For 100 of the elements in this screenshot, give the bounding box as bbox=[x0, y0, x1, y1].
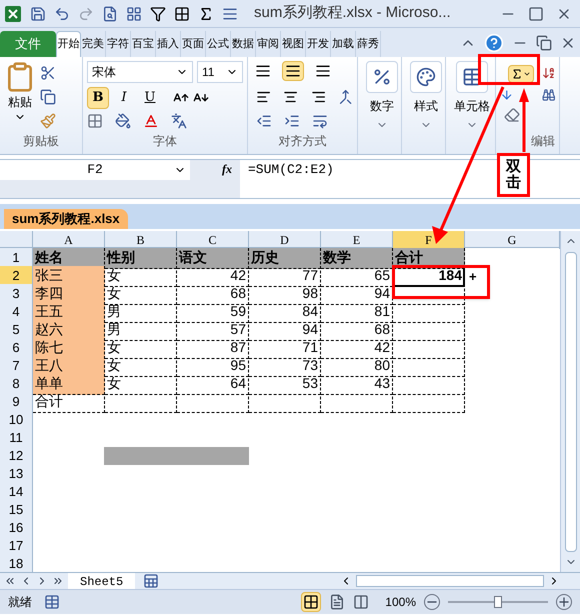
table-cell: 单单 bbox=[33, 374, 105, 394]
align-center-icon[interactable] bbox=[283, 89, 298, 105]
undo-icon[interactable] bbox=[54, 6, 70, 22]
insert-function-button[interactable]: fx bbox=[190, 160, 240, 180]
table-cell: 57 bbox=[177, 320, 249, 340]
sheet-tab[interactable]: Sheet5 bbox=[68, 572, 136, 590]
vertical-scrollbar[interactable] bbox=[560, 231, 580, 572]
sigma-icon bbox=[510, 68, 523, 80]
cells-button[interactable]: 单元格 bbox=[450, 61, 494, 131]
highlight-frame bbox=[478, 54, 540, 85]
table-cell: 64 bbox=[177, 374, 249, 394]
help-icon[interactable] bbox=[484, 32, 504, 52]
zoom-slider[interactable] bbox=[448, 596, 548, 608]
table-cell: 42 bbox=[177, 266, 249, 286]
table-cell: 184 bbox=[393, 266, 465, 286]
underline-button[interactable]: U bbox=[139, 87, 161, 109]
table-cell: 女 bbox=[105, 374, 177, 394]
table-cell: 81 bbox=[321, 302, 393, 322]
table-cell: 87 bbox=[177, 338, 249, 358]
last-sheet-icon[interactable] bbox=[52, 575, 64, 587]
arrow bbox=[519, 88, 529, 152]
grid-icon bbox=[303, 594, 320, 610]
group-label: 剪贴板 bbox=[22, 133, 60, 150]
new-sheet-icon[interactable] bbox=[143, 573, 160, 589]
first-sheet-icon[interactable] bbox=[4, 575, 16, 587]
styles-button[interactable]: 样式 bbox=[406, 61, 446, 131]
print-preview-icon[interactable] bbox=[102, 6, 118, 22]
format-painter-icon[interactable] bbox=[40, 113, 56, 129]
styles-icon bbox=[416, 67, 436, 87]
page-layout-icon[interactable] bbox=[329, 594, 346, 610]
group-label: 字体 bbox=[152, 133, 178, 150]
align-lines-icon bbox=[315, 63, 331, 79]
table-cell: 80 bbox=[321, 356, 393, 376]
eraser-icon[interactable] bbox=[504, 107, 520, 123]
layout-icon[interactable] bbox=[126, 6, 142, 22]
autosum-button[interactable] bbox=[508, 65, 534, 83]
zoom-out-icon[interactable] bbox=[424, 594, 440, 610]
number-icon bbox=[372, 67, 392, 87]
formula-field[interactable]: =SUM(C2:E2) bbox=[240, 160, 342, 180]
align-left-icon[interactable] bbox=[256, 89, 272, 105]
table-cell: 71 bbox=[249, 338, 321, 358]
table-cell: 68 bbox=[321, 320, 393, 340]
page-break-icon[interactable] bbox=[353, 594, 370, 610]
outdent-icon[interactable] bbox=[256, 113, 272, 129]
align-right-icon[interactable] bbox=[310, 89, 326, 105]
font-color-icon[interactable] bbox=[143, 113, 159, 129]
table-cell: 95 bbox=[177, 356, 249, 376]
status-text: 就绪 bbox=[8, 594, 32, 611]
scissors-icon[interactable] bbox=[40, 65, 56, 81]
table-cell: 性别 bbox=[105, 248, 177, 268]
table-cell: 男 bbox=[105, 320, 177, 340]
spreadsheet-logo-icon[interactable] bbox=[4, 4, 22, 22]
table-cell: 女 bbox=[105, 266, 177, 286]
ribbon-tab[interactable]: 开始 bbox=[56, 31, 81, 57]
slider-thumb[interactable] bbox=[494, 596, 502, 608]
table-cell: 女 bbox=[105, 284, 177, 304]
table-cell: 94 bbox=[321, 284, 393, 304]
bold-button[interactable]: B bbox=[87, 87, 109, 109]
vertical-align-button[interactable] bbox=[282, 61, 304, 81]
filter-icon[interactable] bbox=[150, 6, 166, 22]
table-cell: 语文 bbox=[177, 248, 249, 268]
table-cell: 65 bbox=[321, 266, 393, 286]
zoom-in-icon[interactable] bbox=[556, 594, 572, 610]
file-tab[interactable]: 文件 bbox=[0, 31, 56, 57]
paste-button[interactable]: 粘贴 bbox=[4, 61, 36, 129]
align-lines-icon bbox=[285, 63, 301, 79]
table-cell: 84 bbox=[249, 302, 321, 322]
save-icon[interactable] bbox=[30, 6, 46, 22]
restore-icon[interactable] bbox=[536, 34, 552, 50]
table-cell: 43 bbox=[321, 374, 393, 394]
table-cell: 42 bbox=[321, 338, 393, 358]
workbook-tab[interactable]: sum系列教程.xlsx bbox=[4, 209, 128, 229]
window-title: sum系列教程.xlsx - Microso... bbox=[254, 3, 451, 24]
table-cell: 73 bbox=[249, 356, 321, 376]
cursor-mark: + bbox=[468, 268, 477, 286]
borders-icon[interactable] bbox=[174, 6, 190, 22]
table-cell: 数学 bbox=[321, 248, 393, 268]
table-cell: 98 bbox=[249, 284, 321, 304]
group-label: 对齐方式 bbox=[278, 133, 328, 150]
name-box[interactable]: F2 bbox=[0, 160, 190, 180]
table-cell: 68 bbox=[177, 284, 249, 304]
fill-color-icon[interactable] bbox=[115, 113, 131, 129]
normal-view-button[interactable] bbox=[301, 592, 322, 612]
table-cell: 94 bbox=[249, 320, 321, 340]
table-cell: 53 bbox=[249, 374, 321, 394]
sort-icon[interactable] bbox=[542, 65, 555, 81]
zoom-level[interactable]: 100% bbox=[385, 593, 416, 611]
table-cell: 59 bbox=[177, 302, 249, 322]
table-cell: 女 bbox=[105, 338, 177, 358]
table-cell: 男 bbox=[105, 302, 177, 322]
find-icon[interactable] bbox=[542, 87, 555, 103]
annotation-label: 双击 bbox=[497, 153, 530, 197]
maximize-icon[interactable] bbox=[528, 6, 544, 22]
copy-icon[interactable] bbox=[40, 89, 56, 105]
font-size-field[interactable]: 11 bbox=[197, 61, 243, 83]
number-button[interactable]: 数字 bbox=[362, 61, 402, 131]
italic-button[interactable]: I bbox=[113, 87, 135, 109]
indent-icon[interactable] bbox=[284, 113, 300, 129]
table-cell: 77 bbox=[249, 266, 321, 286]
font-name-field[interactable]: 宋体 bbox=[87, 61, 193, 83]
